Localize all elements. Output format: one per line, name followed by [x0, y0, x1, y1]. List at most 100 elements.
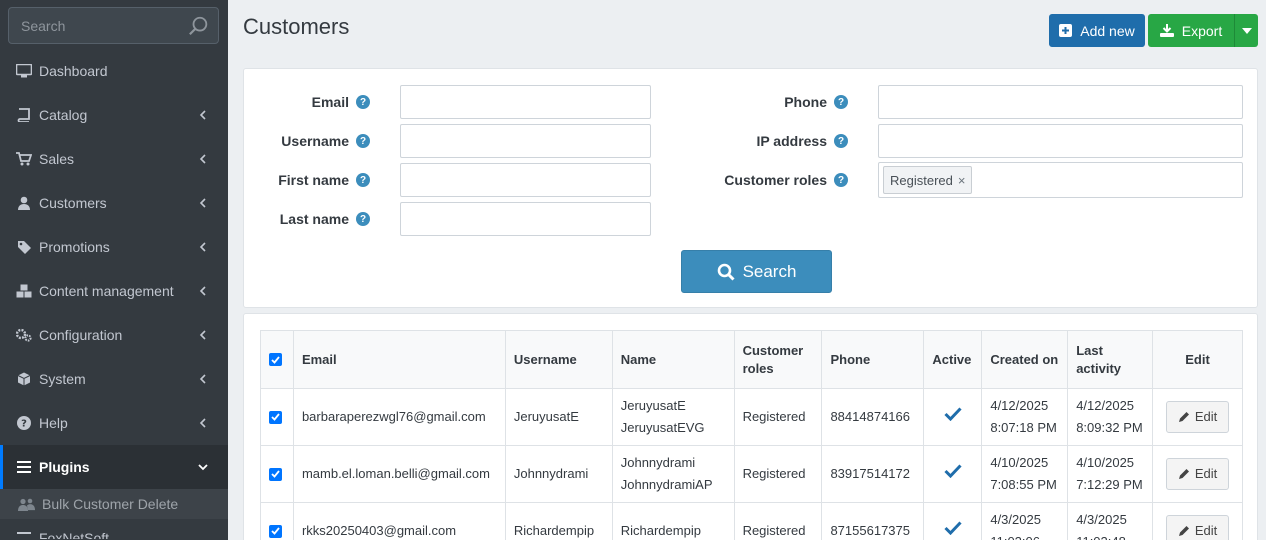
header-created-on[interactable]: Created on — [981, 330, 1069, 389]
sidebar-item-label: Plugins — [39, 459, 90, 475]
customer-roles-select[interactable]: Registered × — [878, 162, 1243, 198]
time-line: 8:09:32 PM — [1076, 420, 1143, 435]
name-line: JohnnydramiAP — [620, 477, 713, 492]
name-line: JeruyusatE — [620, 398, 686, 413]
sidebar-item-plugins[interactable]: Plugins — [0, 445, 228, 489]
cell-active — [923, 388, 983, 446]
search-button[interactable]: Search — [681, 250, 832, 293]
check-icon — [944, 407, 962, 422]
sidebar-item-help[interactable]: ? Help — [0, 401, 228, 445]
header-last-activity[interactable]: Last activity — [1067, 330, 1154, 389]
cell-created-on: 4/3/2025 11:02:06 — [981, 502, 1069, 540]
chevron-left-icon — [199, 374, 206, 384]
sidebar-item-configuration[interactable]: Configuration — [0, 313, 228, 357]
edit-button[interactable]: Edit — [1165, 401, 1230, 433]
sidebar-item-content-management[interactable]: Content management — [0, 269, 228, 313]
select-all-checkbox[interactable] — [269, 353, 282, 366]
sidebar-item-catalog[interactable]: Catalog — [0, 93, 228, 137]
edit-button[interactable]: Edit — [1165, 515, 1230, 540]
sidebar-search-input[interactable] — [9, 8, 218, 43]
header-active[interactable]: Active — [923, 330, 983, 389]
help-icon[interactable]: ? — [834, 95, 848, 109]
header-customer-roles[interactable]: Customer roles — [733, 330, 823, 389]
sidebar: Dashboard Catalog Sales Customers Promot… — [0, 0, 228, 540]
export-dropdown-toggle[interactable] — [1234, 14, 1258, 47]
cell-username: JeruyusatE — [504, 388, 613, 446]
help-icon[interactable]: ? — [356, 212, 370, 226]
username-field[interactable] — [400, 124, 651, 158]
time-line: 7:12:29 PM — [1076, 477, 1143, 492]
help-icon[interactable]: ? — [834, 173, 848, 187]
sidebar-item-dashboard[interactable]: Dashboard — [0, 49, 228, 93]
edit-button[interactable]: Edit — [1165, 458, 1230, 490]
header-phone[interactable]: Phone — [821, 330, 925, 389]
sidebar-item-system[interactable]: System — [0, 357, 228, 401]
lastname-label: Last name? — [264, 202, 370, 236]
date-line: 4/12/2025 — [1076, 398, 1135, 413]
help-icon[interactable]: ? — [356, 134, 370, 148]
sidebar-item-label: System — [39, 371, 86, 387]
help-icon[interactable]: ? — [834, 134, 848, 148]
search-panel: Email? Username? First name? Last name? … — [243, 68, 1258, 308]
sidebar-subitem-bulk-customer-delete[interactable]: Bulk Customer Delete — [0, 489, 228, 519]
ip-address-label: IP address? — [704, 124, 848, 158]
email-field[interactable] — [400, 85, 651, 119]
help-icon[interactable]: ? — [356, 173, 370, 187]
add-new-button[interactable]: Add new — [1049, 14, 1145, 47]
cell-username: Richardempip — [504, 502, 613, 540]
row-checkbox[interactable] — [269, 410, 282, 424]
cell-edit: Edit — [1152, 445, 1243, 503]
row-select-cell[interactable] — [260, 388, 294, 446]
date-line: 4/3/2025 — [990, 512, 1041, 527]
header-email[interactable]: Email — [292, 330, 506, 389]
cell-username: Johnnydrami — [504, 445, 613, 503]
search-icon[interactable] — [188, 15, 210, 37]
sidebar-item-label: Catalog — [39, 107, 88, 123]
svg-text:?: ? — [21, 419, 27, 430]
sidebar-item-label: Customers — [39, 195, 107, 211]
users-icon — [18, 498, 36, 511]
bars-icon — [16, 523, 32, 539]
edit-label: Edit — [1194, 466, 1218, 481]
date-line: 4/10/2025 — [990, 455, 1049, 470]
remove-tag-icon[interactable]: × — [958, 173, 966, 188]
user-icon — [16, 195, 32, 211]
cell-last-activity: 4/10/2025 7:12:29 PM — [1067, 445, 1154, 503]
lastname-field[interactable] — [400, 202, 651, 236]
sidebar-item-sales[interactable]: Sales — [0, 137, 228, 181]
cell-last-activity: 4/12/2025 8:09:32 PM — [1067, 388, 1154, 446]
customers-grid: Email Username Name Customer roles Phone… — [243, 313, 1258, 540]
search-icon — [717, 263, 735, 281]
cell-edit: Edit — [1152, 388, 1243, 446]
sidebar-item-foxnetsoft[interactable]: FoxNetSoft — [0, 519, 228, 539]
name-line: Johnnydrami — [620, 455, 696, 470]
select-all-header[interactable] — [260, 330, 294, 389]
chevron-left-icon — [199, 242, 206, 252]
row-select-cell[interactable] — [260, 445, 294, 503]
export-button[interactable]: Export — [1148, 14, 1234, 47]
pencil-icon — [1178, 525, 1190, 537]
row-checkbox[interactable] — [269, 467, 282, 481]
cell-name: JeruyusatE JeruyusatEVG — [611, 388, 735, 446]
plus-square-icon — [1059, 24, 1073, 37]
firstname-field[interactable] — [400, 163, 651, 197]
header-name[interactable]: Name — [611, 330, 735, 389]
sidebar-item-label: Help — [39, 415, 68, 431]
ip-address-field[interactable] — [878, 124, 1243, 158]
sidebar-item-customers[interactable]: Customers — [0, 181, 228, 225]
chevron-left-icon — [199, 330, 206, 340]
phone-field[interactable] — [878, 85, 1243, 119]
table-row: barbaraperezwgl76@gmail.com JeruyusatE J… — [260, 388, 1243, 446]
tag-icon — [16, 239, 32, 255]
header-username[interactable]: Username — [504, 330, 613, 389]
help-icon[interactable]: ? — [356, 95, 370, 109]
date-line: 4/3/2025 — [1076, 512, 1127, 527]
pencil-icon — [1178, 468, 1190, 480]
sidebar-search[interactable] — [8, 7, 219, 44]
row-checkbox[interactable] — [269, 524, 282, 538]
check-icon — [944, 521, 962, 536]
cube-icon — [16, 371, 32, 387]
sidebar-item-label: Configuration — [39, 327, 123, 343]
sidebar-item-promotions[interactable]: Promotions — [0, 225, 228, 269]
row-select-cell[interactable] — [260, 502, 294, 540]
